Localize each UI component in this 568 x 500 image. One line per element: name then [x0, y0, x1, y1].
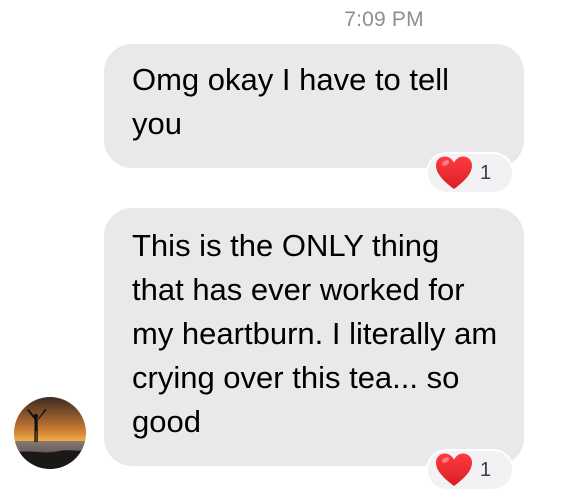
- message-timestamp: 7:09 PM: [344, 8, 424, 31]
- tapback-reaction[interactable]: 1: [426, 449, 514, 491]
- sender-avatar[interactable]: [14, 397, 86, 469]
- message-text: This is the ONLY thing that has ever wor…: [132, 228, 498, 439]
- message-bubble[interactable]: Omg okay I have to tell you: [104, 44, 524, 168]
- tapback-reaction[interactable]: 1: [426, 152, 514, 194]
- heart-icon: [436, 156, 472, 189]
- reaction-count: 1: [480, 458, 492, 481]
- heart-icon: [436, 453, 472, 486]
- reaction-count: 1: [480, 161, 492, 184]
- message-bubble[interactable]: This is the ONLY thing that has ever wor…: [104, 208, 524, 466]
- avatar-sunset-icon: [14, 397, 86, 469]
- message-text: Omg okay I have to tell you: [132, 62, 450, 141]
